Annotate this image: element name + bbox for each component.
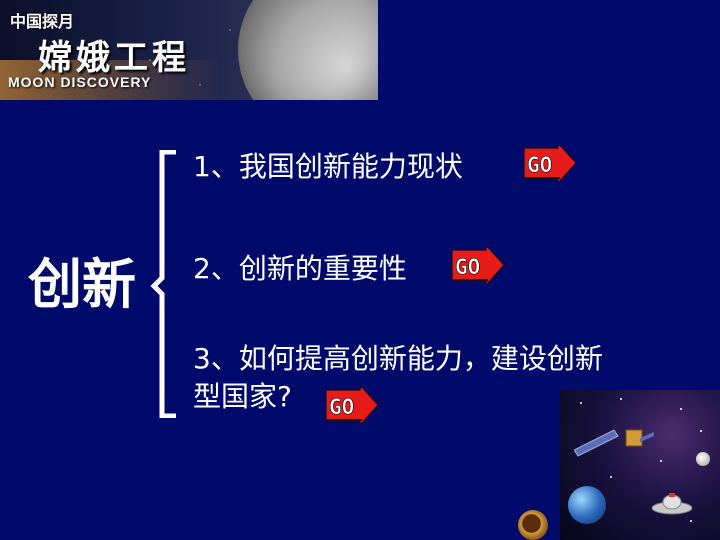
badge-icon: [518, 510, 548, 540]
item-2-text: 2、创新的重要性: [193, 252, 407, 285]
banner-big-title: 嫦娥工程: [38, 39, 190, 77]
go-button-1[interactable]: GO: [524, 146, 576, 182]
curly-brace: [150, 150, 176, 418]
lander-icon: [651, 493, 693, 515]
space-image: [560, 390, 720, 540]
moon-image: [238, 0, 378, 100]
go-label: GO: [329, 395, 354, 419]
satellite-icon: [574, 429, 654, 457]
banner-subtitle: MOON DISCOVERY: [8, 74, 152, 90]
go-label: GO: [527, 153, 552, 177]
banner-small-title: 中国探月: [10, 14, 75, 31]
earth-icon: [568, 486, 606, 524]
small-moon-icon: [696, 452, 710, 466]
go-label: GO: [455, 255, 480, 279]
go-button-3[interactable]: GO: [326, 388, 378, 424]
keyword-title: 创新: [28, 253, 136, 316]
go-button-2[interactable]: GO: [452, 248, 504, 284]
item-1-text: 1、我国创新能力现状: [193, 150, 463, 183]
slide: 中国探月 嫦娥工程 MOON DISCOVERY 创新 1、我国创新能力现状 G…: [0, 0, 720, 540]
header-banner: 中国探月 嫦娥工程 MOON DISCOVERY: [0, 0, 378, 100]
item-3-line-1: 3、如何提高创新能力，建设创新: [193, 342, 603, 375]
